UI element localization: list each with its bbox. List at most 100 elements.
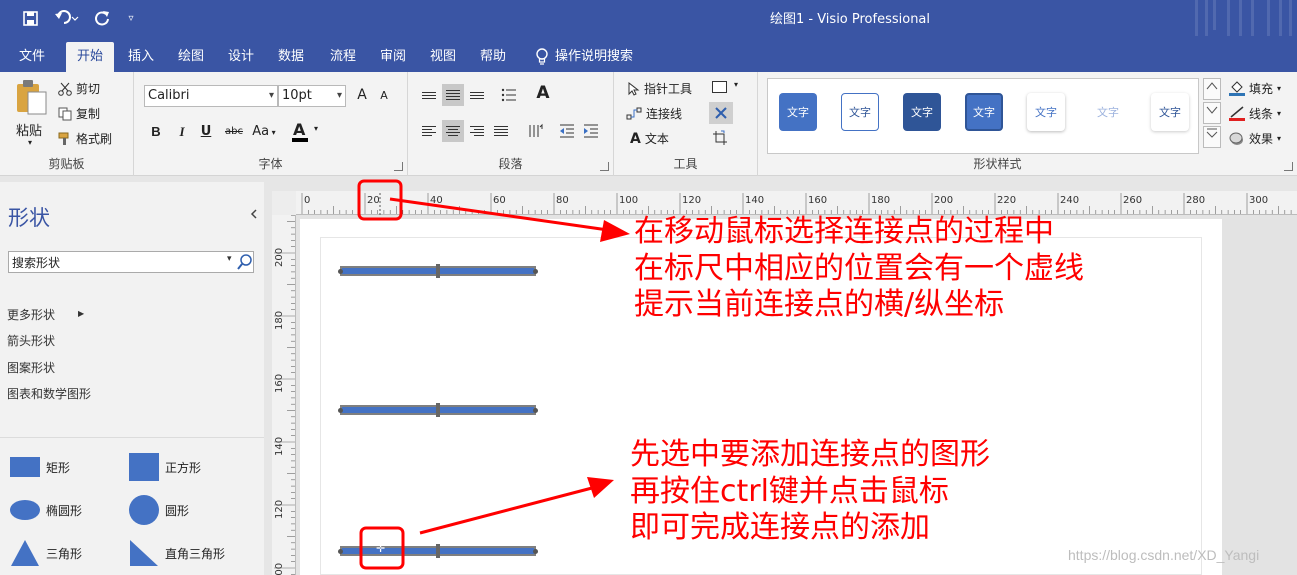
connection-point-tool-button[interactable] (709, 102, 733, 124)
connection-point[interactable] (533, 408, 538, 413)
font-color-button[interactable]: A ▾ (290, 120, 324, 144)
shape-item-square[interactable]: 正方形 (129, 453, 201, 481)
text-direction-button[interactable] (524, 120, 546, 142)
shape-styles-dialog-launcher[interactable] (1284, 162, 1293, 171)
ellipse-icon (10, 500, 40, 520)
collapse-panel-button[interactable] (250, 208, 258, 222)
align-top-button[interactable] (418, 84, 440, 106)
align-middle-button[interactable] (442, 84, 464, 106)
ruler-label: 60 (493, 195, 506, 206)
text-style-button[interactable]: A (532, 82, 554, 104)
effects-button[interactable]: 效果 ▾ (1229, 130, 1281, 147)
strikethrough-button[interactable]: abc (220, 122, 248, 142)
style-swatch[interactable]: 文字 (779, 93, 817, 131)
connection-point[interactable] (338, 269, 343, 274)
connector-tool-button[interactable]: 连接线 (626, 105, 682, 122)
connection-point[interactable] (338, 549, 343, 554)
style-swatch[interactable]: 文字 (841, 93, 879, 131)
clipboard-group-label: 剪贴板 (48, 157, 85, 171)
pointer-tool-button[interactable]: 指针工具 (628, 80, 692, 97)
rectangle-tool-button[interactable]: ▾ (712, 80, 746, 96)
style-swatch[interactable]: 文字 (1089, 93, 1127, 131)
shrink-font-button[interactable]: A (374, 86, 394, 106)
font-name-select[interactable]: Calibri ▾ (144, 85, 278, 107)
bullets-button[interactable] (498, 84, 520, 106)
tab-file[interactable]: 文件 (8, 42, 56, 72)
rectangle-shape[interactable] (338, 264, 538, 278)
format-painter-button[interactable]: 格式刷 (58, 130, 112, 147)
more-shapes-menu[interactable]: 更多形状 (7, 306, 55, 323)
shape-item-circle[interactable]: 圆形 (129, 495, 189, 525)
gallery-expand[interactable] (1203, 126, 1221, 148)
rectangle-shape[interactable] (338, 403, 538, 417)
connection-point[interactable] (338, 408, 343, 413)
increase-indent-button[interactable] (580, 120, 602, 142)
grow-font-button[interactable]: A (352, 85, 372, 105)
customize-icon[interactable]: ▿ (122, 6, 140, 30)
font-color-letter: A (293, 120, 306, 139)
paragraph-dialog-launcher[interactable] (600, 162, 609, 171)
fill-button[interactable]: 填充 ▾ (1229, 80, 1281, 97)
bold-button[interactable]: B (146, 122, 166, 142)
decrease-indent-button[interactable] (556, 120, 578, 142)
tab-view[interactable]: 视图 (420, 42, 466, 72)
underline-button[interactable]: U (196, 122, 216, 142)
shape-item-rectangle[interactable]: 矩形 (10, 457, 70, 477)
copy-button[interactable]: 复制 (58, 105, 100, 122)
align-left-button[interactable] (418, 120, 440, 142)
gallery-scroll-down[interactable] (1203, 102, 1221, 124)
text-tool-button[interactable]: A 文本 (630, 130, 669, 147)
style-swatch[interactable]: 文字 (903, 93, 941, 131)
style-swatch[interactable]: 文字 (965, 93, 1003, 131)
connection-point[interactable] (436, 544, 440, 558)
italic-button[interactable]: I (172, 122, 192, 142)
cut-button[interactable]: 剪切 (58, 80, 100, 97)
rectangle-shape[interactable]: ✛ (338, 542, 538, 558)
font-size-value: 10pt (282, 88, 312, 103)
horizontal-ruler[interactable]: 0 20 40 60 80 100 120 140 160 180 200 220 240 260 280 3… (296, 191, 1297, 215)
align-bottom-button[interactable] (466, 84, 488, 106)
vertical-ruler[interactable]: 200 180 160 140 120 100 (272, 215, 296, 575)
tab-help[interactable]: 帮助 (470, 42, 516, 72)
redo-icon[interactable] (90, 6, 114, 30)
line-button[interactable]: 线条 ▾ (1229, 105, 1281, 122)
tab-data[interactable]: 数据 (268, 42, 314, 72)
tab-insert[interactable]: 插入 (118, 42, 164, 72)
stencil-patterns[interactable]: 图案形状 (7, 359, 55, 376)
justify-button[interactable] (490, 120, 512, 142)
search-shapes-input[interactable] (9, 252, 209, 272)
tell-me-search[interactable]: 操作说明搜索 (535, 42, 633, 72)
font-size-select[interactable]: 10pt ▾ (278, 85, 346, 107)
shape-item-right-triangle[interactable]: 直角三角形 (129, 539, 225, 567)
change-case-button[interactable]: Aa ▾ (246, 122, 282, 142)
gallery-scroll-up[interactable] (1203, 78, 1221, 100)
style-swatch[interactable]: 文字 (1027, 93, 1065, 131)
crop-tool-button[interactable] (712, 130, 730, 148)
tab-draw[interactable]: 绘图 (168, 42, 214, 72)
stencil-arrows[interactable]: 箭头形状 (7, 332, 55, 349)
ruler-label: 180 (274, 311, 285, 330)
rectangle-tool-icon (712, 81, 727, 93)
save-icon[interactable] (18, 6, 42, 30)
tab-home[interactable]: 开始 (66, 42, 114, 72)
search-icon[interactable] (235, 252, 255, 272)
connection-point[interactable] (436, 403, 440, 417)
style-swatch[interactable]: 文字 (1151, 93, 1189, 131)
font-color-bar (292, 138, 308, 142)
search-dropdown-icon[interactable]: ▾ (227, 254, 232, 264)
connection-point[interactable] (533, 269, 538, 274)
paste-button[interactable]: 粘贴 ▾ (12, 78, 52, 150)
connection-point[interactable] (436, 264, 440, 278)
undo-icon[interactable] (52, 6, 82, 30)
stencil-charts-math[interactable]: 图表和数学图形 (7, 385, 91, 402)
tab-process[interactable]: 流程 (320, 42, 366, 72)
shape-item-triangle[interactable]: 三角形 (10, 539, 82, 567)
tab-review[interactable]: 审阅 (370, 42, 416, 72)
align-center-button[interactable] (442, 120, 464, 142)
align-right-button[interactable] (466, 120, 488, 142)
search-shapes-field[interactable]: ▾ (8, 251, 254, 273)
shape-item-ellipse[interactable]: 椭圆形 (10, 500, 82, 520)
connection-point[interactable] (533, 549, 538, 554)
tab-design[interactable]: 设计 (218, 42, 264, 72)
font-dialog-launcher[interactable] (394, 162, 403, 171)
